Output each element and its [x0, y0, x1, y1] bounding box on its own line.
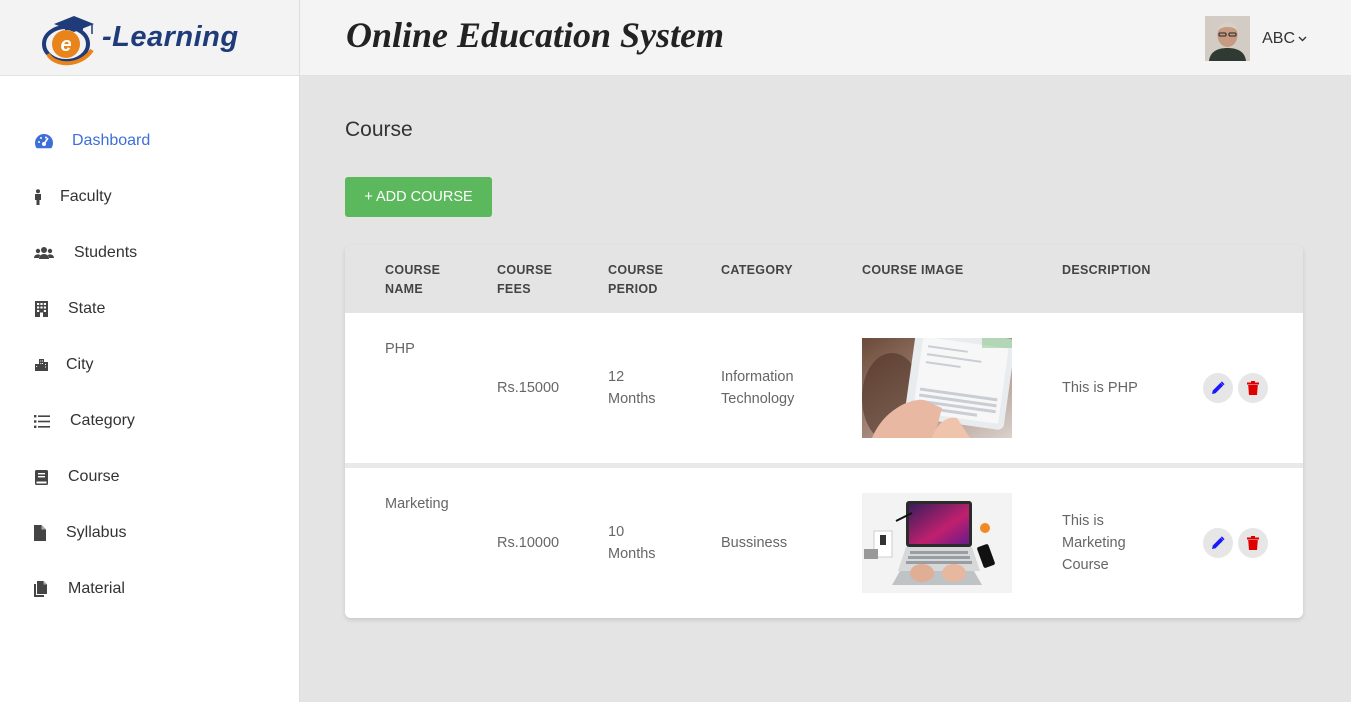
file-icon [34, 523, 46, 543]
sidebar-item-label: Students [74, 244, 138, 261]
users-icon [34, 243, 54, 263]
sidebar-item-category[interactable]: Category [0, 393, 299, 449]
logo-text: -Learning [102, 21, 239, 53]
cell-course-name: PHP [385, 341, 415, 357]
category-line: Information [721, 369, 794, 385]
period-line: Months [608, 546, 656, 562]
header-line: COURSE [385, 263, 441, 277]
city-icon [34, 355, 48, 375]
add-course-button[interactable]: + ADD COURSE [345, 177, 492, 217]
sidebar-nav: Dashboard Faculty Students State City Ca… [0, 113, 299, 617]
header-line: PERIOD [608, 282, 658, 296]
sidebar-item-syllabus[interactable]: Syllabus [0, 505, 299, 561]
column-header-course-image: COURSE IMAGE [862, 263, 964, 277]
course-table: COURSE NAME COURSE FEES COURSE PERIOD CA… [345, 245, 1303, 618]
chevron-down-icon [1298, 36, 1307, 42]
logo[interactable]: e -Learning [0, 0, 299, 76]
sidebar: e -Learning Dashboard Faculty Students S… [0, 0, 300, 702]
edit-button[interactable] [1203, 373, 1233, 403]
sidebar-item-course[interactable]: Course [0, 449, 299, 505]
header-line: COURSE [608, 263, 664, 277]
cell-description: This is Marketing Course [1062, 510, 1126, 576]
description-line: Marketing [1062, 535, 1126, 551]
sidebar-item-label: Dashboard [72, 132, 151, 149]
sidebar-item-label: Faculty [60, 188, 112, 205]
delete-button[interactable] [1238, 373, 1268, 403]
user-name: ABC [1262, 29, 1295, 47]
edit-button[interactable] [1203, 528, 1233, 558]
main-content: Course + ADD COURSE COURSE NAME COURSE F… [345, 76, 1305, 618]
sidebar-item-students[interactable]: Students [0, 225, 299, 281]
description-line: This is [1062, 513, 1104, 529]
table-header: COURSE NAME COURSE FEES COURSE PERIOD CA… [345, 245, 1303, 313]
graduation-cap-logo-icon: e [40, 10, 104, 66]
files-icon [34, 579, 48, 599]
sidebar-item-label: Material [68, 580, 125, 597]
pencil-icon [1211, 381, 1225, 395]
course-image [862, 493, 1012, 593]
building-icon [34, 299, 48, 319]
column-header-course-fees: COURSE FEES [497, 261, 552, 299]
trash-icon [1247, 536, 1259, 550]
sidebar-item-city[interactable]: City [0, 337, 299, 393]
table-row: Marketing Rs.10000 10 Months Bussiness T… [345, 468, 1303, 618]
dashboard-icon [34, 131, 54, 151]
delete-button[interactable] [1238, 528, 1268, 558]
header-line: COURSE [497, 263, 553, 277]
sidebar-item-faculty[interactable]: Faculty [0, 169, 299, 225]
period-line: 12 [608, 369, 625, 385]
category-line: Technology [721, 391, 795, 407]
pencil-icon [1211, 536, 1225, 550]
logo-letter: e [60, 34, 71, 56]
user-menu[interactable]: ABC [1205, 16, 1307, 61]
cell-course-fees: Rs.10000 [497, 535, 560, 551]
description-line: Course [1062, 557, 1109, 573]
page-title: Course [345, 118, 413, 141]
page-header-title: Online Education System [346, 15, 725, 55]
sidebar-item-dashboard[interactable]: Dashboard [0, 113, 299, 169]
list-icon [34, 411, 50, 431]
column-header-course-period: COURSE PERIOD [608, 261, 663, 299]
cell-course-name: Marketing [385, 496, 449, 512]
header-line: FEES [497, 282, 531, 296]
sidebar-item-state[interactable]: State [0, 281, 299, 337]
header: Online Education System ABC [300, 0, 1351, 76]
cell-category: Bussiness [721, 532, 787, 554]
course-image [862, 338, 1012, 438]
table-row: PHP Rs.15000 12 Months Information Techn… [345, 313, 1303, 463]
sidebar-item-label: City [66, 356, 94, 373]
sidebar-item-label: Category [70, 412, 135, 429]
cell-description: This is PHP [1062, 377, 1138, 399]
sidebar-item-label: State [68, 300, 106, 317]
book-icon [34, 467, 48, 487]
trash-icon [1247, 381, 1259, 395]
cell-category: Information Technology [721, 366, 794, 410]
person-icon [34, 187, 42, 207]
sidebar-item-label: Syllabus [66, 524, 127, 541]
period-line: 10 [608, 524, 625, 540]
cell-course-period: 10 Months [608, 521, 656, 565]
header-line: NAME [385, 282, 424, 296]
avatar [1205, 16, 1251, 61]
cell-course-period: 12 Months [608, 366, 656, 410]
column-header-category: CATEGORY [721, 263, 793, 277]
sidebar-item-label: Course [68, 468, 120, 485]
sidebar-item-material[interactable]: Material [0, 561, 299, 617]
period-line: Months [608, 391, 656, 407]
column-header-description: DESCRIPTION [1062, 263, 1151, 277]
category-line: Bussiness [721, 535, 788, 551]
column-header-course-name: COURSE NAME [385, 261, 440, 299]
description-line: This is PHP [1062, 380, 1138, 396]
cell-course-fees: Rs.15000 [497, 380, 560, 396]
